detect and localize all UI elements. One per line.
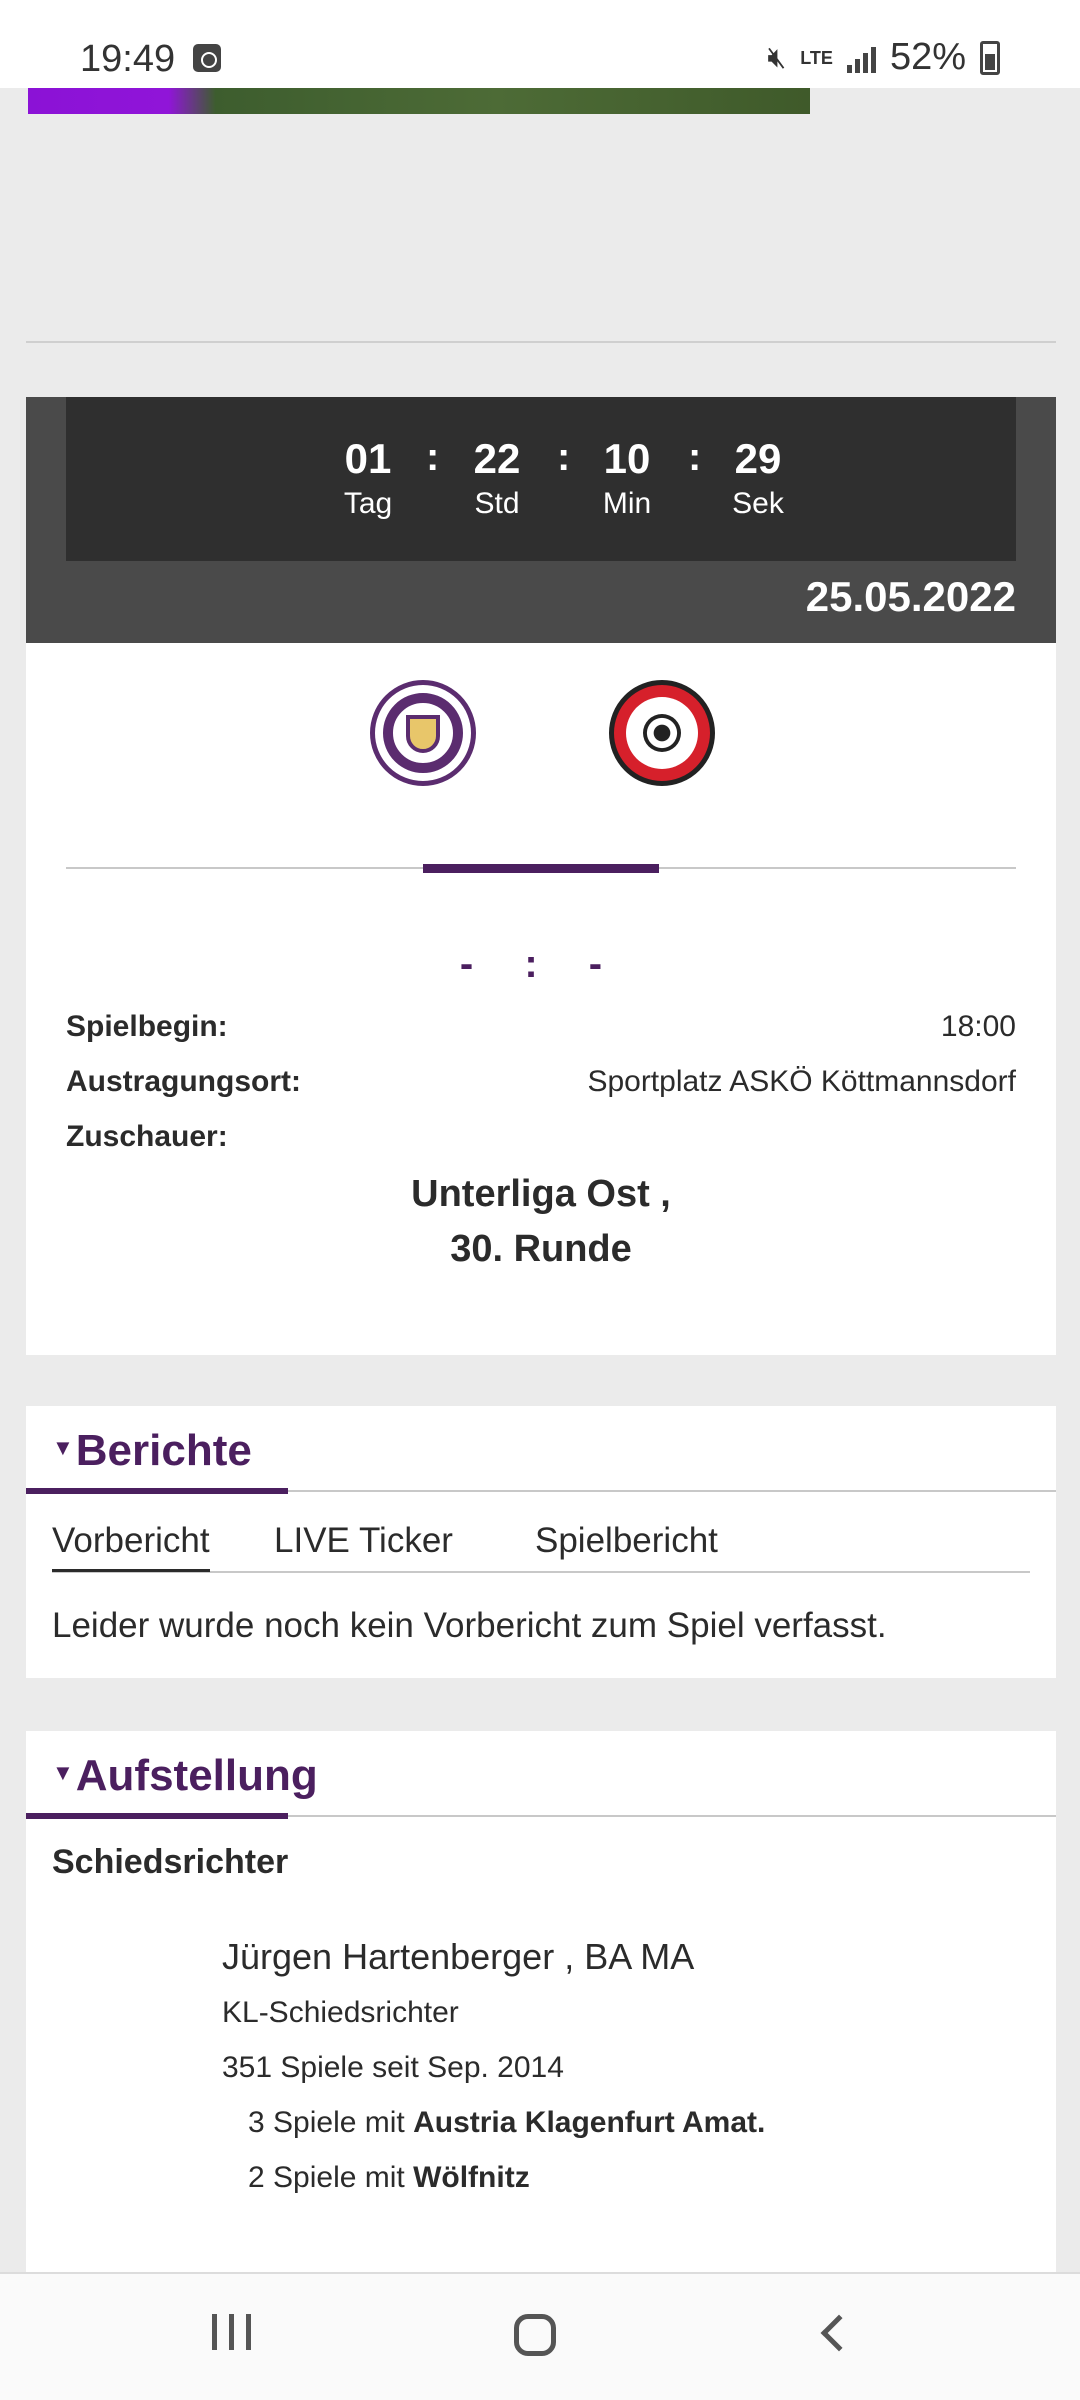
aufstellung-title[interactable]: ▼Aufstellung <box>52 1751 318 1801</box>
countdown-days: 01 Tag <box>323 435 413 521</box>
status-icons: 🔇︎ LTE 52% <box>767 36 1000 79</box>
referee-games: 351 Spiele seit Sep. 2014 <box>222 2051 564 2084</box>
aufstellung-section: ▼Aufstellung Schiedsrichter Jürgen Harte… <box>26 1731 1056 2291</box>
referee-name[interactable]: Jürgen Hartenberger , BA MA <box>222 1936 694 1978</box>
home-team-logo[interactable] <box>370 680 476 786</box>
referee-away-team: Wölfnitz <box>413 2161 530 2194</box>
away-logo-ball <box>643 714 681 752</box>
home-logo-shield <box>406 715 440 753</box>
countdown-seconds-label: Sek <box>732 487 784 520</box>
referee-home-prefix: 3 Spiele mit <box>248 2106 414 2139</box>
caret-down-icon: ▼ <box>52 1435 74 1460</box>
league-name: Unterliga Ost , <box>411 1173 671 1215</box>
no-report-message: Leider wurde noch kein Vorbericht zum Sp… <box>52 1606 887 1645</box>
aufstellung-title-text: Aufstellung <box>75 1751 318 1800</box>
countdown-hours: 22 Std <box>452 435 542 521</box>
match-date: 25.05.2022 <box>805 573 1016 620</box>
tab-spielbericht[interactable]: Spielbericht <box>535 1521 718 1569</box>
countdown-hours-label: Std <box>474 487 520 520</box>
kickoff-row: Spielbegin: 18:00 <box>66 1010 1016 1044</box>
berichte-header[interactable]: ▼Berichte <box>26 1406 1056 1494</box>
recents-icon[interactable] <box>212 2314 251 2350</box>
spectators-row: Zuschauer: <box>66 1120 1016 1154</box>
countdown-hours-value: 22 <box>473 435 521 482</box>
match-card: 01 Tag : 22 Std : 10 Min : 29 Sek 25.05.… <box>26 397 1056 1355</box>
referee-away-games: 2 Spiele mit Wölfnitz <box>248 2161 530 2195</box>
berichte-title-text: Berichte <box>75 1426 252 1475</box>
spectators-label: Zuschauer: <box>66 1120 228 1153</box>
match-tab-active-indicator[interactable] <box>423 864 659 873</box>
match-score: - : - <box>459 942 623 986</box>
countdown-seconds-value: 29 <box>734 435 782 482</box>
lte-icon: LTE <box>800 47 833 68</box>
tab-live-ticker[interactable]: LIVE Ticker <box>274 1521 453 1569</box>
kickoff-value: 18:00 <box>940 1010 1016 1043</box>
kickoff-label: Spielbegin: <box>66 1010 228 1043</box>
caret-down-icon: ▼ <box>52 1760 74 1785</box>
countdown-days-value: 01 <box>344 435 392 482</box>
countdown-days-label: Tag <box>343 487 393 520</box>
referee-home-team: Austria Klagenfurt Amat. <box>413 2106 766 2139</box>
status-time: 19:49 <box>80 38 176 80</box>
berichte-title[interactable]: ▼Berichte <box>52 1426 252 1476</box>
home-icon[interactable] <box>514 2314 556 2356</box>
referee-home-games: 3 Spiele mit Austria Klagenfurt Amat. <box>248 2106 765 2140</box>
banner-image[interactable] <box>28 88 810 114</box>
countdown-minutes-label: Min <box>602 487 652 520</box>
back-icon[interactable] <box>820 2314 858 2352</box>
battery-icon <box>980 40 1000 75</box>
alarm-icon <box>193 44 221 72</box>
countdown-separator: : <box>688 435 702 479</box>
countdown-separator: : <box>426 435 440 479</box>
section-accent <box>26 1813 288 1819</box>
countdown-band: 01 Tag : 22 Std : 10 Min : 29 Sek 25.05.… <box>26 397 1056 643</box>
countdown-box: 01 Tag : 22 Std : 10 Min : 29 Sek <box>66 397 1016 561</box>
countdown-separator: : <box>557 435 571 479</box>
referee-role: KL-Schiedsrichter <box>222 1996 459 2029</box>
league-round: Unterliga Ost , 30. Runde <box>26 1167 1056 1277</box>
aufstellung-header[interactable]: ▼Aufstellung <box>26 1731 1056 1819</box>
away-team-logo[interactable] <box>609 680 715 786</box>
tab-vorbericht[interactable]: Vorbericht <box>52 1521 210 1572</box>
countdown-minutes-value: 10 <box>603 435 651 482</box>
countdown-seconds: 29 Sek <box>713 435 803 521</box>
referee-heading: Schiedsrichter <box>52 1843 289 1881</box>
countdown-minutes: 10 Min <box>582 435 672 521</box>
berichte-tabs: Vorbericht LIVE Ticker Spielbericht <box>52 1521 1030 1573</box>
signal-icon <box>846 43 876 73</box>
berichte-section: ▼Berichte Vorbericht LIVE Ticker Spielbe… <box>26 1406 1056 1678</box>
section-accent <box>26 1488 288 1494</box>
divider <box>26 341 1056 343</box>
round-name: 30. Runde <box>450 1228 632 1270</box>
venue-value[interactable]: Sportplatz ASKÖ Köttmannsdorf <box>587 1065 1016 1099</box>
venue-row: Austragungsort: Sportplatz ASKÖ Köttmann… <box>66 1065 1016 1099</box>
status-bar: 19:49 🔇︎ LTE 52% <box>0 0 1080 88</box>
system-nav-bar <box>0 2272 1080 2400</box>
mute-icon: 🔇︎ <box>767 40 787 74</box>
battery-percent: 52% <box>889 36 966 78</box>
referee-away-prefix: 2 Spiele mit <box>248 2161 414 2194</box>
venue-label: Austragungsort: <box>66 1065 301 1098</box>
